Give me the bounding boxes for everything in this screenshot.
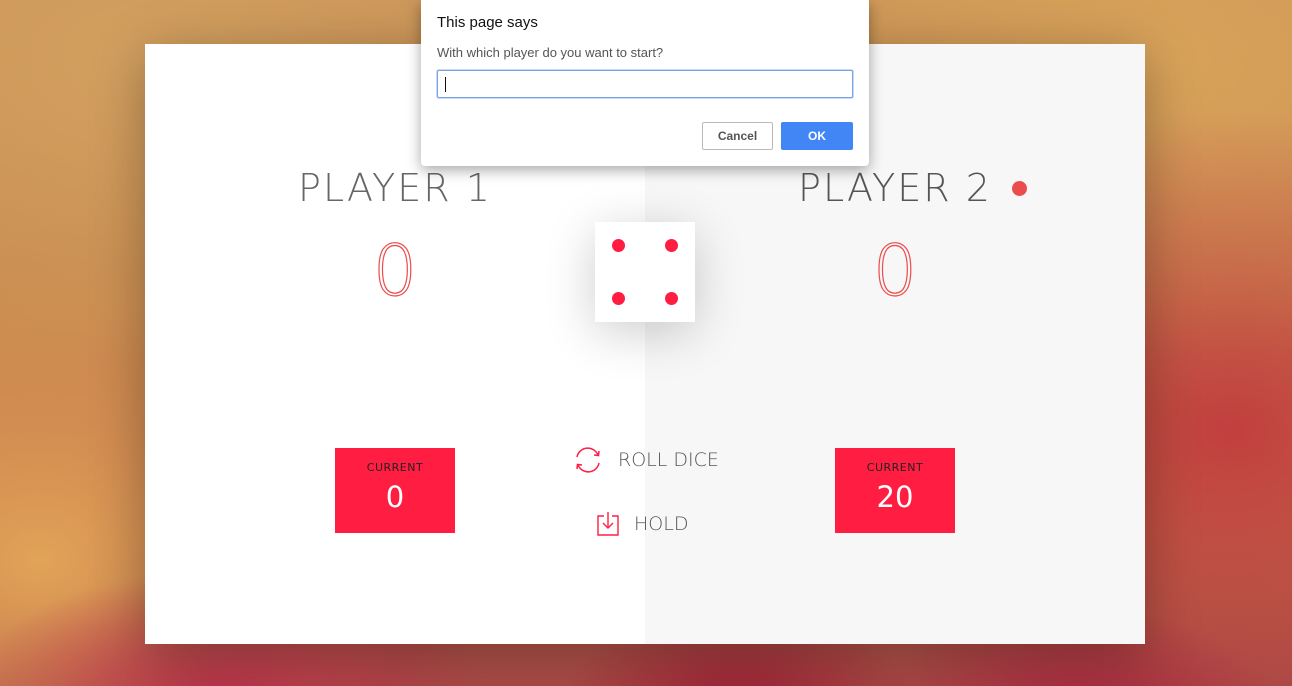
hold-button[interactable]: Hold [596, 509, 688, 539]
active-player-dot [1012, 181, 1027, 196]
dialog-message: With which player do you want to start? [437, 45, 664, 60]
ok-button[interactable]: OK [781, 122, 853, 150]
dialog-input[interactable] [437, 70, 853, 98]
hold-label: Hold [634, 513, 689, 535]
download-icon [596, 511, 620, 537]
player-1-current-box: Current 0 [335, 448, 455, 533]
player-2-name: Player 2 [798, 166, 992, 210]
roll-dice-button[interactable]: Roll dice [572, 445, 719, 475]
dialog-title: This page says [437, 14, 538, 31]
dice-pip [612, 239, 625, 252]
dice-pip [612, 292, 625, 305]
refresh-icon [572, 446, 604, 474]
dice [595, 222, 695, 322]
prompt-dialog: This page says With which player do you … [421, 0, 869, 166]
player-1-score: 0 [372, 229, 418, 312]
cancel-button[interactable]: Cancel [702, 122, 773, 150]
player-1-name: Player 1 [298, 166, 492, 210]
player-2-current-box: Current 20 [835, 448, 955, 533]
dice-pip [665, 239, 678, 252]
player-2-current-label: Current [866, 461, 924, 474]
dice-pip [665, 292, 678, 305]
player-1-current-label: Current [366, 461, 424, 474]
text-caret [445, 77, 446, 92]
player-1-current-score: 0 [385, 480, 405, 514]
player-2-score: 0 [872, 229, 918, 312]
player-2-current-score: 20 [876, 480, 914, 514]
roll-dice-label: Roll dice [618, 449, 719, 471]
